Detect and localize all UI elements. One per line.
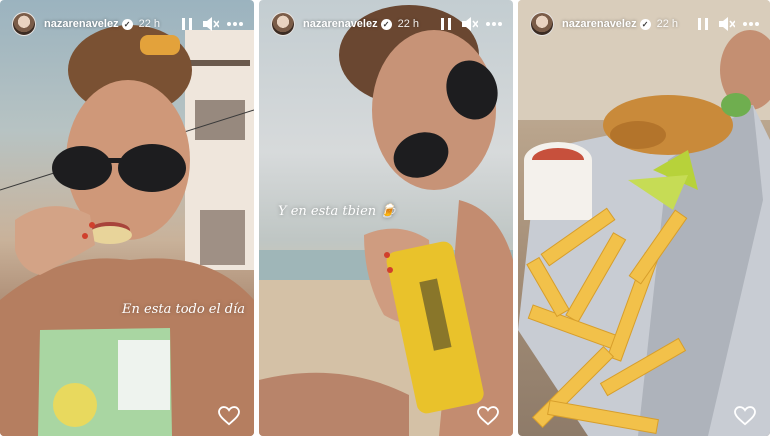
pause-icon[interactable] <box>694 15 712 33</box>
mute-icon[interactable] <box>202 15 220 33</box>
verified-icon: ✓ <box>121 18 133 30</box>
story-1[interactable]: nazarenavelez ✓ 22 h En esta todo el día <box>0 0 254 436</box>
pause-icon[interactable] <box>178 15 196 33</box>
post-time: 22 h <box>138 18 161 30</box>
story-1-photo <box>0 25 254 436</box>
username[interactable]: nazarenavelez <box>562 18 637 30</box>
more-icon[interactable] <box>485 15 503 33</box>
username[interactable]: nazarenavelez <box>303 18 378 30</box>
story-caption: En esta todo el día <box>122 302 246 317</box>
heart-icon[interactable] <box>477 406 499 426</box>
avatar[interactable] <box>12 12 36 36</box>
story-header: nazarenavelez ✓ 22 h <box>12 12 244 36</box>
mute-icon[interactable] <box>461 15 479 33</box>
story-header: nazarenavelez ✓ 22 h <box>271 12 503 36</box>
more-icon[interactable] <box>226 15 244 33</box>
story-3[interactable]: nazarenavelez ✓ 22 h <box>518 0 770 436</box>
verified-icon: ✓ <box>639 18 651 30</box>
username[interactable]: nazarenavelez <box>44 18 119 30</box>
pause-icon[interactable] <box>437 15 455 33</box>
story-caption: Y en esta tbien 🍺 <box>278 204 397 219</box>
avatar[interactable] <box>271 12 295 36</box>
post-time: 22 h <box>397 18 420 30</box>
story-3-photo <box>518 0 770 436</box>
avatar[interactable] <box>530 12 554 36</box>
heart-icon[interactable] <box>218 406 240 426</box>
mute-icon[interactable] <box>718 15 736 33</box>
story-header: nazarenavelez ✓ 22 h <box>530 12 760 36</box>
verified-icon: ✓ <box>380 18 392 30</box>
story-2[interactable]: nazarenavelez ✓ 22 h Y en esta tbien 🍺 <box>259 0 513 436</box>
more-icon[interactable] <box>742 15 760 33</box>
post-time: 22 h <box>656 18 679 30</box>
heart-icon[interactable] <box>734 406 756 426</box>
